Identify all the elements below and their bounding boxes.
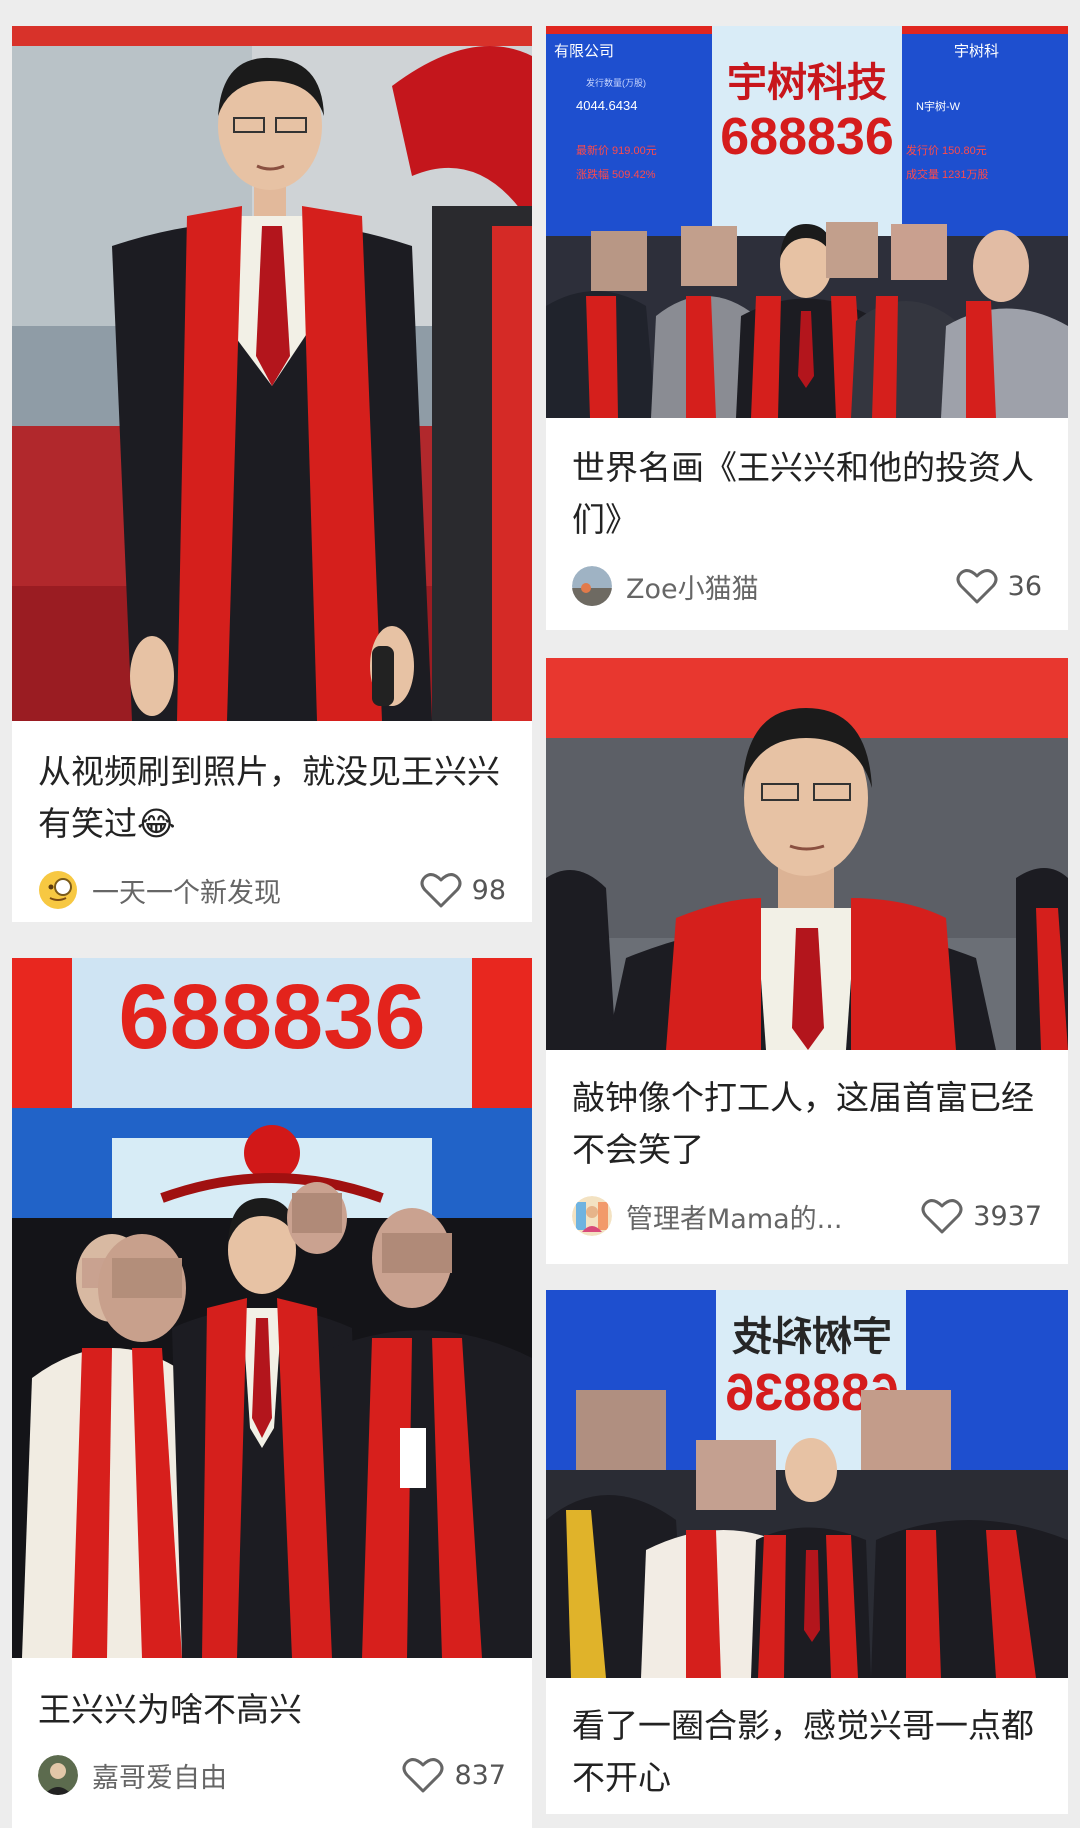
post-title[interactable]: 世界名画《王兴兴和他的投资人们》 bbox=[572, 442, 1048, 546]
portrait-avatar-icon[interactable] bbox=[38, 1755, 78, 1795]
post-photo[interactable]: 有限公司 发行数量(万股) 4044.6434 最新价 919.00元 涨跌幅 … bbox=[546, 26, 1068, 418]
portrait-photo bbox=[12, 26, 532, 721]
like-count: 36 bbox=[1007, 570, 1042, 602]
post-meta: Zoe小猫猫 36 bbox=[572, 564, 1042, 608]
stock-code-text: 688836 bbox=[119, 966, 426, 1068]
post-photo[interactable]: 宇树科技 688836 bbox=[546, 1290, 1068, 1678]
cartoon-avatar-icon[interactable] bbox=[572, 1196, 612, 1236]
post-meta: 一天一个新发现 98 bbox=[38, 868, 506, 912]
board-stat3: 涨跌幅 509.42% bbox=[576, 167, 656, 181]
post-card[interactable]: 宇树科技 688836 看了一圈合影，感觉兴哥一点都不开心 bbox=[546, 1290, 1068, 1814]
like-count: 3937 bbox=[973, 1200, 1042, 1232]
board-company: 宇树科技 bbox=[727, 60, 887, 106]
post-title[interactable]: 从视频刷到照片，就没见王兴兴有笑过😂 bbox=[38, 746, 512, 850]
board-stat1-label: 发行数量(万股) bbox=[586, 77, 646, 88]
closeup-photo bbox=[546, 658, 1068, 1050]
post-card[interactable]: 敲钟像个打工人，这届首富已经不会笑了 管理者Mama的... 3937 bbox=[546, 658, 1068, 1264]
like-button[interactable]: 36 bbox=[956, 567, 1042, 605]
board-header-left: 有限公司 bbox=[554, 43, 614, 60]
mirrored-group-photo: 宇树科技 688836 bbox=[546, 1290, 1068, 1678]
post-card[interactable]: 688836 王兴兴为啥不高兴 嘉哥爱自由 837 bbox=[12, 958, 532, 1828]
board-right-stat1: 发行价 150.80元 bbox=[906, 143, 987, 157]
board-right-name: N宇树-W bbox=[916, 99, 961, 113]
post-photo[interactable] bbox=[12, 26, 532, 721]
like-button[interactable]: 98 bbox=[420, 871, 506, 909]
board-stat1-value: 4044.6434 bbox=[576, 98, 637, 113]
post-meta: 嘉哥爱自由 837 bbox=[38, 1753, 506, 1797]
like-count: 98 bbox=[471, 874, 506, 906]
post-title[interactable]: 看了一圈合影，感觉兴哥一点都不开心 bbox=[572, 1700, 1048, 1804]
author-name[interactable]: 一天一个新发现 bbox=[92, 871, 408, 910]
board-header-right: 宇树科 bbox=[954, 43, 999, 60]
post-card[interactable]: 从视频刷到照片，就没见王兴兴有笑过😂 一天一个新发现 98 bbox=[12, 26, 532, 922]
heart-icon bbox=[402, 1758, 444, 1793]
like-button[interactable]: 837 bbox=[402, 1756, 506, 1794]
magnifier-face-emoji-icon[interactable] bbox=[38, 870, 78, 910]
group-photo: 688836 bbox=[12, 958, 532, 1658]
board-stat2: 最新价 919.00元 bbox=[576, 143, 657, 157]
photo-avatar-icon[interactable] bbox=[572, 566, 612, 606]
post-photo[interactable] bbox=[546, 658, 1068, 1050]
author-name[interactable]: 管理者Mama的... bbox=[626, 1197, 909, 1236]
post-card[interactable]: 有限公司 发行数量(万股) 4044.6434 最新价 919.00元 涨跌幅 … bbox=[546, 26, 1068, 630]
listing-board-photo: 有限公司 发行数量(万股) 4044.6434 最新价 919.00元 涨跌幅 … bbox=[546, 26, 1068, 418]
post-title[interactable]: 王兴兴为啥不高兴 bbox=[38, 1684, 512, 1736]
like-button[interactable]: 3937 bbox=[921, 1197, 1042, 1235]
board-company-mirrored: 宇树科技 bbox=[732, 1314, 892, 1360]
post-meta: 管理者Mama的... 3937 bbox=[572, 1194, 1042, 1238]
like-count: 837 bbox=[454, 1759, 506, 1791]
board-code: 688836 bbox=[720, 108, 894, 166]
author-name[interactable]: 嘉哥爱自由 bbox=[92, 1756, 390, 1795]
post-photo[interactable]: 688836 bbox=[12, 958, 532, 1658]
post-title[interactable]: 敲钟像个打工人，这届首富已经不会笑了 bbox=[572, 1072, 1048, 1176]
author-name[interactable]: Zoe小猫猫 bbox=[626, 567, 944, 606]
heart-icon bbox=[921, 1199, 963, 1234]
board-right-stat2: 成交量 1231万股 bbox=[906, 167, 989, 181]
heart-icon bbox=[420, 873, 462, 908]
heart-icon bbox=[956, 569, 998, 604]
